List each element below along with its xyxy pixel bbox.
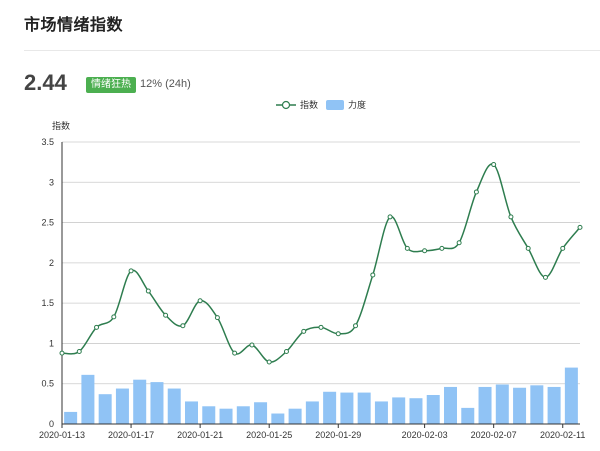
line-point [232,350,238,356]
bar [64,411,78,424]
bar [530,385,544,424]
y-tick-label: 3 [49,177,54,187]
x-tick-label: 2020-01-21 [177,430,223,440]
bar [547,386,561,424]
line-point [94,324,100,330]
line-point [577,224,583,230]
line-point [491,162,497,168]
bar [150,382,164,424]
market-sentiment-chart: 指数 0 0.5 1 1.5 2 2.5 3 3.5 2020-01-13 2020-01-17 20… [39,120,585,440]
line-point [370,272,376,278]
line-point [508,214,514,220]
bar [133,379,147,424]
line-point [197,298,203,304]
line-point [214,315,220,321]
line-point [266,359,272,365]
bar [185,401,198,424]
y-tick-label: 1.5 [41,298,54,308]
line-point [542,274,548,280]
y-tick-label: 2 [49,258,54,268]
y-axis-label: 指数 [52,120,70,131]
line-point [353,323,359,329]
bar [495,384,509,424]
x-tick-label: 2020-02-03 [402,430,448,440]
bar [478,386,492,424]
x-tick-label: 2020-02-11 [540,430,585,440]
bar [513,387,527,424]
bar [81,374,95,424]
bar [409,398,423,424]
line-point [180,323,186,329]
line-point [301,328,307,334]
line-point [404,245,410,251]
line-point [59,350,65,356]
line-point [473,189,479,195]
bar [357,392,371,424]
bar [305,401,319,424]
y-tick-label: 1 [49,338,54,348]
bar [288,408,302,424]
y-tick-label: 0 [49,419,54,429]
x-tick-label: 2020-02-07 [471,430,517,440]
line-point [283,348,289,354]
line-point [128,268,134,274]
bar [254,402,268,424]
bar [98,394,112,424]
line-point [525,245,531,251]
bar [202,406,216,424]
bar [115,388,129,424]
line-point [456,240,462,246]
bar [461,407,475,424]
bar [219,408,233,424]
line-point [249,342,255,348]
bar [426,394,440,424]
line-point [76,348,82,354]
bar [392,397,406,424]
line-point [439,245,445,251]
bar [271,413,285,424]
line-point [145,288,151,294]
bar [167,388,181,424]
line-point [422,248,428,254]
x-tick-label: 2020-01-25 [246,430,292,440]
y-tick-label: 3.5 [41,137,54,147]
line-point [387,214,393,220]
bar [340,392,354,424]
line-point [335,331,341,337]
x-tick-label: 2020-01-29 [315,430,361,440]
bar [374,401,388,424]
y-tick-label: 0.5 [41,379,54,389]
line-point [560,245,566,251]
x-tick-label: 2020-01-13 [39,430,85,440]
y-tick-label: 2.5 [41,218,54,228]
bar [323,391,337,424]
bar [236,406,250,424]
bar [444,386,457,424]
line-point [111,314,117,320]
line-point [163,312,169,318]
line-point [318,324,324,330]
x-tick-label: 2020-01-17 [108,430,154,440]
bar [564,367,578,424]
